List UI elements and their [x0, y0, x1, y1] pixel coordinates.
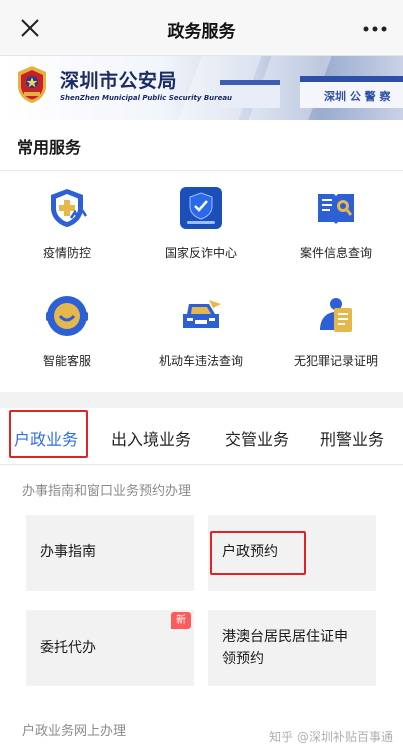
org-name-en: ShenZhen Municipal Public Security Burea…	[60, 94, 233, 102]
service-label: 疫情防控	[42, 246, 91, 260]
highlight-box-card	[210, 531, 306, 575]
section-subtitle-online: 户政业务网上办理	[22, 724, 127, 739]
top-bar: 政务服务	[0, 0, 403, 56]
card-label: 办事指南	[40, 544, 96, 560]
service-label: 智能客服	[42, 354, 91, 368]
service-item-anti-fraud[interactable]: 国家反诈中心	[134, 186, 268, 286]
service-item-no-crime-cert[interactable]: 无犯罪记录证明	[269, 294, 403, 394]
new-badge: 新	[171, 612, 191, 629]
card-hk-macao-taiwan-permit[interactable]: 港澳台居民居住证申 领预约	[208, 610, 376, 686]
tab-entry-exit[interactable]: 出入境业务	[111, 426, 191, 450]
service-label: 案件信息查询	[299, 246, 372, 260]
page-title: 政务服务	[167, 22, 236, 42]
card-proxy[interactable]: 委托代办	[26, 610, 194, 686]
service-label: 无犯罪记录证明	[293, 354, 378, 368]
certificate-icon	[320, 298, 352, 332]
more-icon[interactable]	[363, 26, 387, 32]
card-guide[interactable]: 办事指南	[26, 515, 194, 591]
car-icon	[183, 300, 221, 328]
police-van-graphic: 深圳 公 警 察	[300, 76, 403, 108]
shield-cross-icon	[51, 189, 88, 227]
tab-traffic[interactable]: 交管业务	[225, 426, 289, 450]
service-label: 国家反诈中心	[164, 246, 237, 260]
divider	[0, 170, 403, 171]
org-name: 深圳市公安局	[60, 70, 178, 92]
card-label: 委托代办	[40, 640, 96, 656]
service-item-smart-service[interactable]: 智能客服	[0, 294, 134, 394]
card-label-line1: 港澳台居民居住证申	[222, 629, 348, 645]
card-label-line2: 领预约	[222, 651, 264, 667]
section-subtitle: 办事指南和窗口业务预约办理	[22, 484, 192, 499]
van-text: 深圳 公 警 察	[324, 90, 391, 103]
service-item-case-query[interactable]: 案件信息查询	[269, 186, 403, 286]
police-emblem-icon	[18, 66, 46, 103]
highlight-box-tab	[9, 410, 88, 458]
section-gap	[0, 392, 403, 408]
service-item-vehicle-violation[interactable]: 机动车违法查询	[134, 294, 268, 394]
anti-fraud-app-icon	[180, 187, 222, 229]
header-banner: 深圳 公 警 察 深圳市公安局 ShenZhen Municipal Publi…	[0, 56, 403, 120]
tab-criminal[interactable]: 刑警业务	[320, 426, 384, 450]
divider	[0, 464, 403, 465]
smile-bot-icon	[46, 296, 88, 336]
service-label: 机动车违法查询	[158, 354, 243, 368]
section-title-common-services: 常用服务	[17, 138, 82, 157]
service-item-epidemic[interactable]: 疫情防控	[0, 186, 134, 286]
book-search-icon	[318, 194, 354, 224]
watermark: 知乎 @深圳补贴百事通	[269, 730, 393, 744]
